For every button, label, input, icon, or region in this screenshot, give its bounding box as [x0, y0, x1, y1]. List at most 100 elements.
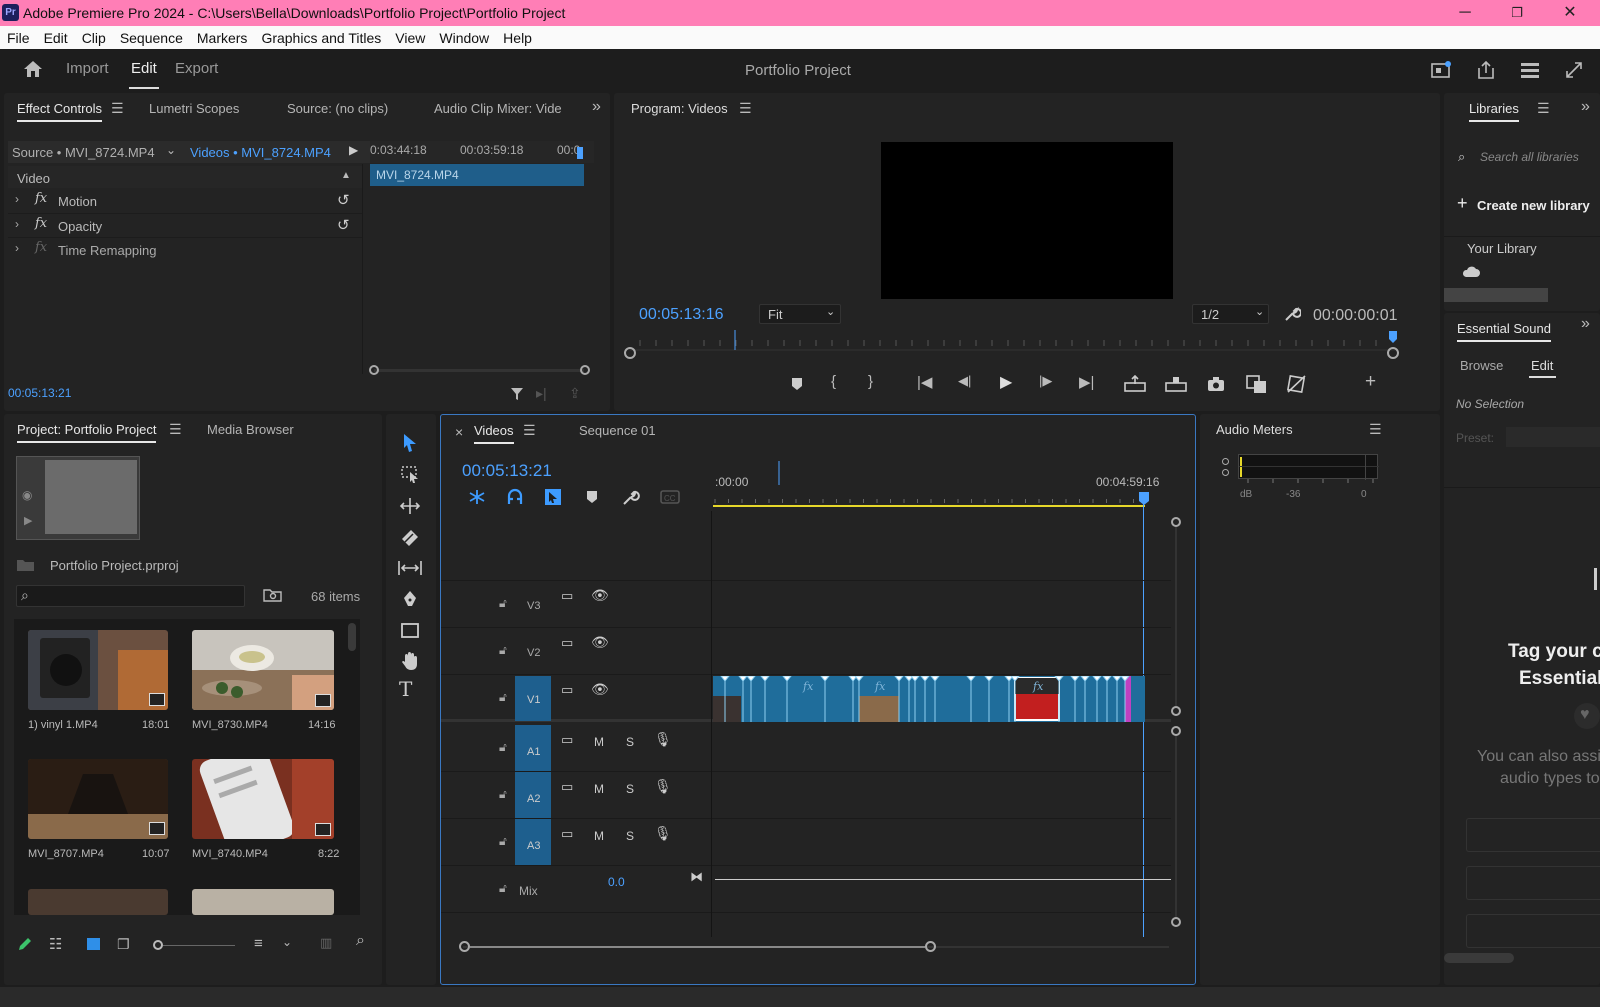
- share-icon[interactable]: [1475, 59, 1497, 81]
- lock-icon[interactable]: 🔓︎: [499, 740, 507, 755]
- more-panels-icon[interactable]: »: [1581, 315, 1590, 333]
- tab-lumetri-scopes[interactable]: Lumetri Scopes: [149, 101, 239, 116]
- mute-button[interactable]: M: [594, 735, 604, 749]
- your-library-label[interactable]: Your Library: [1467, 241, 1537, 256]
- tab-browse[interactable]: Browse: [1460, 358, 1503, 373]
- chevron-down-icon[interactable]: ⌄: [166, 143, 176, 157]
- audio-type-button[interactable]: [1466, 866, 1600, 900]
- tab-essential-sound[interactable]: Essential Sound: [1457, 321, 1551, 342]
- lift-icon[interactable]: [1123, 375, 1147, 393]
- wrench-icon[interactable]: [1283, 305, 1301, 323]
- effect-row-motion[interactable]: › fx Motion ↺: [8, 189, 362, 213]
- h-zoom-handle-left[interactable]: [459, 941, 470, 952]
- lock-icon[interactable]: 🔓︎: [499, 881, 507, 896]
- linked-selection-icon[interactable]: [543, 487, 563, 507]
- clip-thumbnail[interactable]: [28, 889, 168, 915]
- scroll-handle-right[interactable]: [580, 365, 590, 375]
- find-icon[interactable]: ⌕: [356, 932, 365, 950]
- new-bin-from-search-icon[interactable]: [263, 586, 283, 604]
- extract-icon[interactable]: [1164, 375, 1188, 393]
- menu-file[interactable]: File: [0, 26, 37, 46]
- eye-icon[interactable]: 👁︎: [591, 681, 609, 698]
- h-zoom-handle-right[interactable]: [925, 941, 936, 952]
- fullscreen-icon[interactable]: [1564, 60, 1584, 80]
- tab-es-edit[interactable]: Edit: [1531, 358, 1553, 373]
- add-marker-icon[interactable]: [789, 375, 805, 393]
- reset-icon[interactable]: ↺: [337, 191, 350, 209]
- a-scroll-handle[interactable]: [1171, 917, 1181, 927]
- audio-type-button[interactable]: [1466, 818, 1600, 852]
- filter-icon[interactable]: [509, 385, 525, 403]
- tab-effect-controls[interactable]: Effect Controls: [17, 101, 103, 122]
- close-tab-icon[interactable]: ×: [455, 424, 463, 440]
- scroll-handle-left[interactable]: [369, 365, 379, 375]
- project-search-input[interactable]: ⌕: [16, 585, 245, 607]
- sync-lock-icon[interactable]: ▭: [561, 682, 573, 698]
- solo-right-button[interactable]: [1222, 469, 1229, 476]
- freeform-view-icon[interactable]: ❐: [117, 936, 130, 953]
- camera-icon[interactable]: [1206, 375, 1226, 393]
- export-icon[interactable]: ⇪: [569, 385, 581, 402]
- step-forward-icon[interactable]: ▸|: [536, 385, 547, 402]
- home-icon[interactable]: [22, 59, 44, 79]
- resolution-dropdown[interactable]: 1/2 ⌄: [1192, 304, 1269, 324]
- workspaces-icon[interactable]: [1519, 60, 1541, 80]
- clip-thumbnail[interactable]: [192, 630, 334, 710]
- v-scroll-handle[interactable]: [1171, 517, 1181, 527]
- mute-button[interactable]: M: [594, 829, 604, 843]
- zoom-slider-handle[interactable]: [153, 940, 163, 950]
- program-timecode[interactable]: 00:05:13:16: [639, 306, 724, 324]
- sync-lock-icon[interactable]: ▭: [561, 635, 573, 651]
- expand-chevron-icon[interactable]: ›: [15, 192, 19, 206]
- create-library-button[interactable]: Create new library: [1477, 198, 1590, 213]
- microphone-icon[interactable]: 🎙︎: [654, 778, 672, 795]
- list-view-icon[interactable]: ☷: [49, 935, 62, 953]
- panel-menu-icon[interactable]: ☰: [111, 100, 124, 117]
- solo-button[interactable]: S: [626, 735, 634, 749]
- timeline-ruler[interactable]: [713, 459, 1183, 511]
- ripple-edit-tool-icon[interactable]: [398, 496, 422, 516]
- tab-sequence-01[interactable]: Sequence 01: [579, 423, 656, 438]
- menu-view[interactable]: View: [388, 26, 432, 46]
- menu-window[interactable]: Window: [432, 26, 496, 46]
- play-icon[interactable]: ▶: [349, 143, 358, 157]
- clip-thumbnail[interactable]: [28, 630, 168, 710]
- more-panels-icon[interactable]: »: [592, 98, 601, 116]
- go-to-in-icon[interactable]: |◀: [917, 373, 932, 391]
- pencil-icon[interactable]: [16, 935, 34, 953]
- mark-out-icon[interactable]: }: [868, 373, 873, 390]
- panel-menu-icon[interactable]: ☰: [739, 100, 752, 117]
- play-button-icon[interactable]: ▶: [1000, 372, 1012, 392]
- solo-button[interactable]: S: [626, 829, 634, 843]
- quick-export-icon[interactable]: [1430, 60, 1452, 80]
- source-label[interactable]: Source • MVI_8724.MP4: [12, 145, 155, 160]
- captions-icon[interactable]: CC: [659, 488, 681, 506]
- timeline-timecode[interactable]: 00:05:13:21: [462, 461, 552, 481]
- sort-icon[interactable]: ≡: [254, 935, 263, 952]
- a-scroll-handle[interactable]: [1171, 726, 1181, 736]
- camera-icon[interactable]: ◉: [22, 488, 32, 502]
- eye-icon[interactable]: 👁︎: [591, 587, 609, 604]
- sequence-label[interactable]: Videos • MVI_8724.MP4: [190, 145, 331, 160]
- library-scrollbar[interactable]: [1444, 288, 1548, 302]
- effect-row-time-remapping[interactable]: › fx Time Remapping: [8, 237, 362, 261]
- reset-icon[interactable]: ↺: [337, 216, 350, 234]
- clip-thumbnail[interactable]: [192, 759, 334, 839]
- add-button-icon[interactable]: +: [1365, 371, 1376, 393]
- expand-chevron-icon[interactable]: ›: [15, 217, 19, 231]
- v-scroll-handle[interactable]: [1171, 706, 1181, 716]
- sync-lock-icon[interactable]: ▭: [561, 732, 573, 748]
- sync-lock-icon[interactable]: ▭: [561, 826, 573, 842]
- pen-tool-icon[interactable]: [400, 589, 420, 609]
- h-zoom-range[interactable]: [470, 946, 925, 948]
- expand-chevron-icon[interactable]: ›: [15, 241, 19, 255]
- menu-edit[interactable]: Edit: [37, 26, 75, 46]
- wrench-icon[interactable]: [621, 487, 641, 507]
- menu-clip[interactable]: Clip: [75, 26, 113, 46]
- step-forward-icon[interactable]: |▶: [1039, 373, 1052, 389]
- track-select-tool-icon[interactable]: [400, 464, 422, 484]
- collapse-icon[interactable]: ▲: [341, 170, 351, 181]
- tab-audio-clip-mixer[interactable]: Audio Clip Mixer: Vide: [434, 101, 562, 116]
- automate-icon[interactable]: ▥: [320, 935, 332, 951]
- ec-scrollbar[interactable]: [374, 369, 584, 372]
